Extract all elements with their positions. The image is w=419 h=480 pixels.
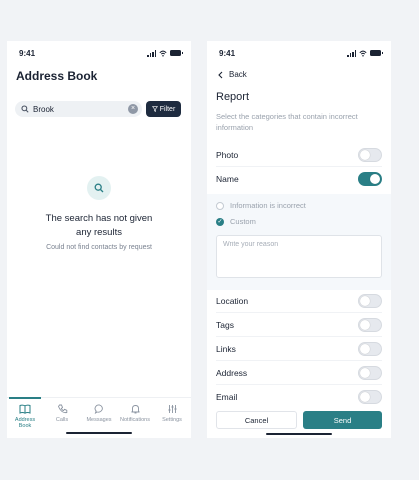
location-toggle[interactable] — [358, 293, 382, 308]
option-custom[interactable]: ✓ Custom — [216, 217, 256, 226]
back-label: Back — [229, 70, 247, 79]
chevron-left-icon — [218, 71, 223, 78]
wifi-icon — [159, 50, 167, 57]
page-subtitle: Select the categories that contain incor… — [216, 112, 358, 132]
category-row-name: Name — [216, 167, 382, 191]
tab-notifications[interactable]: Notifications — [117, 404, 153, 423]
message-icon — [94, 404, 103, 414]
category-label: Email — [216, 392, 238, 402]
home-indicator — [66, 431, 132, 434]
bell-icon — [130, 405, 140, 414]
status-bar: 9:41 — [19, 47, 183, 59]
active-tab-indicator — [9, 397, 41, 399]
reason-input[interactable] — [223, 241, 375, 272]
filter-label: Filter — [159, 105, 176, 113]
empty-title-line1: The search has not given — [45, 213, 153, 224]
category-label: Tags — [216, 319, 234, 330]
empty-state-icon-wrap — [87, 176, 111, 200]
category-row-email: Email — [216, 385, 382, 409]
option-label: Custom — [230, 217, 256, 226]
tab-address-book[interactable]: Address Book — [7, 404, 43, 429]
status-bar: 9:41 — [219, 47, 383, 59]
book-icon — [19, 404, 31, 414]
tab-label: Book — [18, 423, 32, 429]
photo-toggle[interactable] — [358, 147, 382, 162]
close-icon[interactable]: × — [128, 104, 138, 114]
tags-toggle[interactable] — [358, 317, 382, 332]
filter-icon — [151, 106, 158, 112]
tab-label: Settings — [162, 417, 182, 423]
status-time: 9:41 — [219, 48, 236, 58]
battery-icon — [370, 50, 383, 56]
address-toggle[interactable] — [358, 365, 382, 380]
tab-label: Messages — [86, 417, 112, 423]
wifi-icon — [359, 50, 367, 57]
radio-icon — [216, 201, 224, 210]
tab-label: Notifications — [120, 417, 150, 423]
sliders-icon — [168, 405, 176, 413]
category-row-photo: Photo — [216, 143, 382, 167]
status-time: 9:41 — [19, 48, 36, 58]
email-toggle[interactable] — [358, 390, 382, 404]
tab-calls[interactable]: Calls — [44, 404, 80, 423]
category-label: Links — [216, 343, 236, 354]
category-label: Location — [216, 295, 249, 306]
back-button[interactable]: Back — [218, 70, 247, 79]
links-toggle[interactable] — [358, 341, 382, 356]
address-book-screen: 9:41 Address Book × Filter The search ha… — [7, 41, 191, 438]
category-row-location: Location — [216, 289, 382, 313]
option-label: Information is incorrect — [230, 201, 306, 210]
category-row-address: Address — [216, 361, 382, 385]
search-icon — [94, 183, 104, 193]
empty-state-title: The search has not given any results — [27, 212, 171, 240]
name-toggle[interactable] — [358, 172, 382, 186]
page-title: Report — [216, 91, 250, 103]
page-title: Address Book — [16, 69, 98, 83]
action-bar: Cancel Send — [216, 411, 382, 429]
category-row-links: Links — [216, 337, 382, 361]
phone-icon — [57, 404, 67, 414]
category-label: Photo — [216, 149, 239, 160]
category-row-tags: Tags — [216, 313, 382, 337]
category-label: Address — [216, 367, 248, 378]
check-icon: ✓ — [216, 217, 224, 226]
signal-icon — [347, 49, 356, 57]
search-icon — [21, 105, 29, 113]
tab-bar: Address Book Calls Messages Notification… — [7, 397, 191, 438]
category-label: Name — [216, 174, 239, 184]
home-indicator — [266, 432, 332, 435]
tab-settings[interactable]: Settings — [154, 404, 190, 423]
option-information-incorrect[interactable]: Information is incorrect — [216, 201, 306, 210]
tab-label: Calls — [55, 417, 69, 423]
search-field[interactable]: × — [15, 101, 142, 117]
cancel-button[interactable]: Cancel — [216, 411, 297, 429]
report-screen: 9:41 Back Report Select the categories t… — [207, 41, 391, 438]
filter-button[interactable]: Filter — [146, 101, 181, 117]
empty-state-subtitle: Could not find contacts by request — [46, 244, 152, 251]
search-input[interactable] — [33, 104, 128, 114]
tab-messages[interactable]: Messages — [81, 404, 117, 423]
battery-icon — [170, 50, 183, 56]
send-button[interactable]: Send — [303, 411, 382, 429]
reason-field[interactable] — [216, 235, 382, 278]
empty-title-line2: any results — [76, 227, 122, 238]
signal-icon — [147, 49, 156, 57]
